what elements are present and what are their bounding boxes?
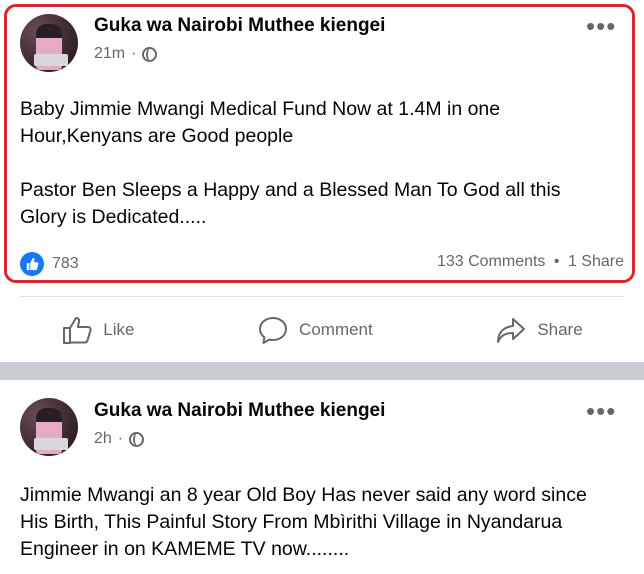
stats-separator: •	[553, 253, 560, 270]
divider	[20, 296, 624, 297]
globe-icon	[129, 431, 145, 447]
comment-label: Comment	[299, 320, 373, 339]
engagement-stats: 133 Comments • 1 Share	[437, 253, 624, 271]
feed-separator	[0, 362, 644, 380]
meta-separator: ·	[131, 45, 137, 62]
post-text-line: Glory is Dedicated.....	[20, 206, 207, 228]
like-button[interactable]: Like	[61, 315, 134, 345]
post-time[interactable]: 2h	[94, 430, 112, 448]
post-text-line: Hour,Kenyans are Good people	[20, 125, 294, 147]
comments-count[interactable]: 133 Comments	[437, 253, 546, 270]
avatar[interactable]	[20, 14, 78, 72]
post-time[interactable]: 21m	[94, 45, 125, 63]
share-label: Share	[537, 320, 583, 339]
post-meta: 21m ·	[94, 45, 158, 63]
reaction-summary[interactable]: 783	[20, 252, 79, 276]
post-text-line: Engineer in on KAMEME TV now........	[20, 538, 350, 560]
meta-separator: ·	[117, 430, 124, 447]
post-text-line: Pastor Ben Sleeps a Happy and a Blessed …	[20, 179, 561, 201]
comment-button[interactable]: Comment	[257, 315, 373, 345]
author-name[interactable]: Guka wa Nairobi Muthee kiengei	[94, 15, 385, 37]
post-card-1: Guka wa Nairobi Muthee kiengei 21m · •••…	[0, 0, 644, 362]
post-text-line	[20, 150, 561, 177]
share-button[interactable]: Share	[495, 315, 583, 345]
shares-count[interactable]: 1 Share	[568, 253, 624, 270]
post-text: Baby Jimmie Mwangi Medical Fund Now at 1…	[20, 96, 561, 231]
post-text-line: His Birth, This Painful Story From Mbìri…	[20, 511, 563, 533]
globe-icon	[142, 46, 158, 62]
post-text: Jimmie Mwangi an 8 year Old Boy Has neve…	[20, 482, 587, 563]
comment-icon	[259, 317, 288, 344]
post-meta: 2h ·	[94, 430, 145, 448]
action-bar: Like Comment Share	[0, 306, 644, 354]
author-name[interactable]: Guka wa Nairobi Muthee kiengei	[94, 400, 385, 422]
post-text-line: Baby Jimmie Mwangi Medical Fund Now at 1…	[20, 98, 501, 120]
post-card-2: Guka wa Nairobi Muthee kiengei 2h · ••• …	[0, 380, 644, 574]
like-count: 783	[52, 255, 79, 272]
avatar[interactable]	[20, 398, 78, 456]
post-text-line: Jimmie Mwangi an 8 year Old Boy Has neve…	[20, 484, 587, 506]
more-options-icon[interactable]: •••	[586, 398, 616, 424]
share-icon	[497, 318, 526, 343]
like-label: Like	[103, 320, 135, 339]
more-options-icon[interactable]: •••	[586, 13, 616, 39]
like-reaction-icon	[20, 252, 44, 276]
like-icon	[63, 317, 92, 344]
